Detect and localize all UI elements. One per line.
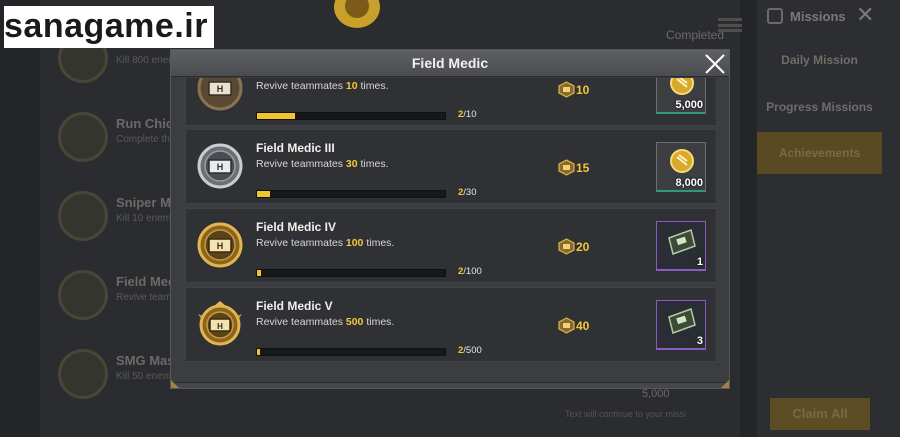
reward-amount: 1	[696, 256, 703, 268]
svg-text:H: H	[217, 241, 224, 251]
points-icon	[558, 159, 575, 176]
svg-text:H: H	[217, 162, 224, 172]
achievement-row: H Field Medic V Revive teammates 500 tim…	[185, 287, 717, 362]
tab-achievements[interactable]: Achievements	[757, 132, 882, 174]
list-item-subtitle: Complete th	[116, 134, 170, 145]
achievement-description: Revive teammates 10 times.	[256, 80, 389, 92]
reward-slot[interactable]: 3	[656, 300, 706, 350]
reward-slot[interactable]: 1	[656, 221, 706, 271]
field-medic-dialog: Field Medic H Revive teammates 10 times.	[170, 49, 730, 389]
close-icon[interactable]: ✕	[856, 2, 874, 28]
progress-bar	[256, 112, 446, 120]
progress-text: 2/500	[458, 345, 482, 356]
reward-value: 5,000	[642, 388, 670, 400]
coin-icon	[670, 78, 694, 95]
reward-amount: 5,000	[675, 99, 703, 111]
points-icon	[558, 81, 575, 98]
progress-text: 2/10	[458, 109, 477, 120]
badge-icon	[58, 191, 108, 241]
achievement-title: Field Medic IV	[256, 220, 337, 234]
crate-icon	[668, 229, 696, 255]
achievement-title: Field Medic V	[256, 299, 333, 313]
missions-icon	[767, 8, 783, 24]
achievement-points: 15	[558, 159, 618, 177]
achievement-row: H Field Medic IV Revive teammates 100 ti…	[185, 208, 717, 283]
watermark: sanagame.ir	[4, 6, 214, 48]
dialog-title: Field Medic	[411, 55, 489, 71]
achievement-description: Revive teammates 30 times.	[256, 158, 389, 170]
reward-amount: 8,000	[675, 177, 703, 189]
progress-text: 2/100	[458, 266, 482, 277]
svg-text:H: H	[217, 84, 224, 94]
progress-fill	[257, 113, 295, 119]
tab-progress-missions[interactable]: Progress Missions	[757, 86, 882, 128]
achievement-description: Revive teammates 500 times.	[256, 316, 395, 328]
reward-slot[interactable]: 5,000	[656, 78, 706, 114]
achievement-points: 40	[558, 317, 618, 335]
tab-daily-mission[interactable]: Daily Mission	[757, 39, 882, 81]
achievement-row: H Field Medic III Revive teammates 30 ti…	[185, 129, 717, 204]
achievement-description: Revive teammates 100 times.	[256, 237, 395, 249]
screen: Completed Kill 800 enemies Run Chicken C…	[0, 0, 900, 437]
dialog-header: Field Medic	[171, 50, 729, 77]
achievement-list[interactable]: H Revive teammates 10 times. 2/10 10 5,0…	[185, 78, 717, 386]
achievement-row: H Revive teammates 10 times. 2/10 10 5,0…	[185, 78, 717, 126]
dialog-footer	[171, 382, 729, 388]
close-button[interactable]	[701, 51, 729, 77]
gold-medal-icon: H	[197, 222, 243, 268]
achievement-points: 20	[558, 238, 618, 256]
winged-gold-medal-icon: H	[198, 301, 242, 346]
progress-fill	[257, 349, 260, 355]
svg-text:H: H	[217, 322, 223, 331]
progress-fill	[257, 270, 261, 276]
reward-slot[interactable]: 8,000	[656, 142, 706, 192]
points-icon	[558, 238, 575, 255]
close-icon	[705, 54, 725, 74]
menu-icon[interactable]	[718, 18, 742, 32]
progress-bar	[256, 348, 446, 356]
claim-all-button[interactable]: Claim All	[770, 398, 870, 430]
progress-bar	[256, 269, 446, 277]
progress-fill	[257, 191, 270, 197]
achievement-points: 10	[558, 81, 618, 99]
footer-hint: Text will continue to your missi	[565, 409, 687, 419]
achievement-title: Field Medic III	[256, 141, 335, 155]
corner-decoration	[171, 380, 179, 388]
reward-amount: 3	[696, 335, 703, 347]
crate-icon	[668, 308, 696, 334]
silver-medal-icon: H	[197, 143, 243, 189]
coin-icon	[670, 149, 694, 173]
progress-bar	[256, 190, 446, 198]
progress-text: 2/30	[458, 187, 477, 198]
medal-icon: H	[197, 78, 243, 111]
badge-icon	[58, 349, 108, 399]
missions-title: Missions	[790, 9, 846, 24]
badge-icon	[58, 270, 108, 320]
corner-decoration	[721, 380, 729, 388]
list-item-subtitle: Kill 50 enem	[116, 371, 172, 382]
missions-header: Missions ✕	[760, 2, 900, 30]
badge-icon	[58, 112, 108, 162]
points-icon	[558, 317, 575, 334]
